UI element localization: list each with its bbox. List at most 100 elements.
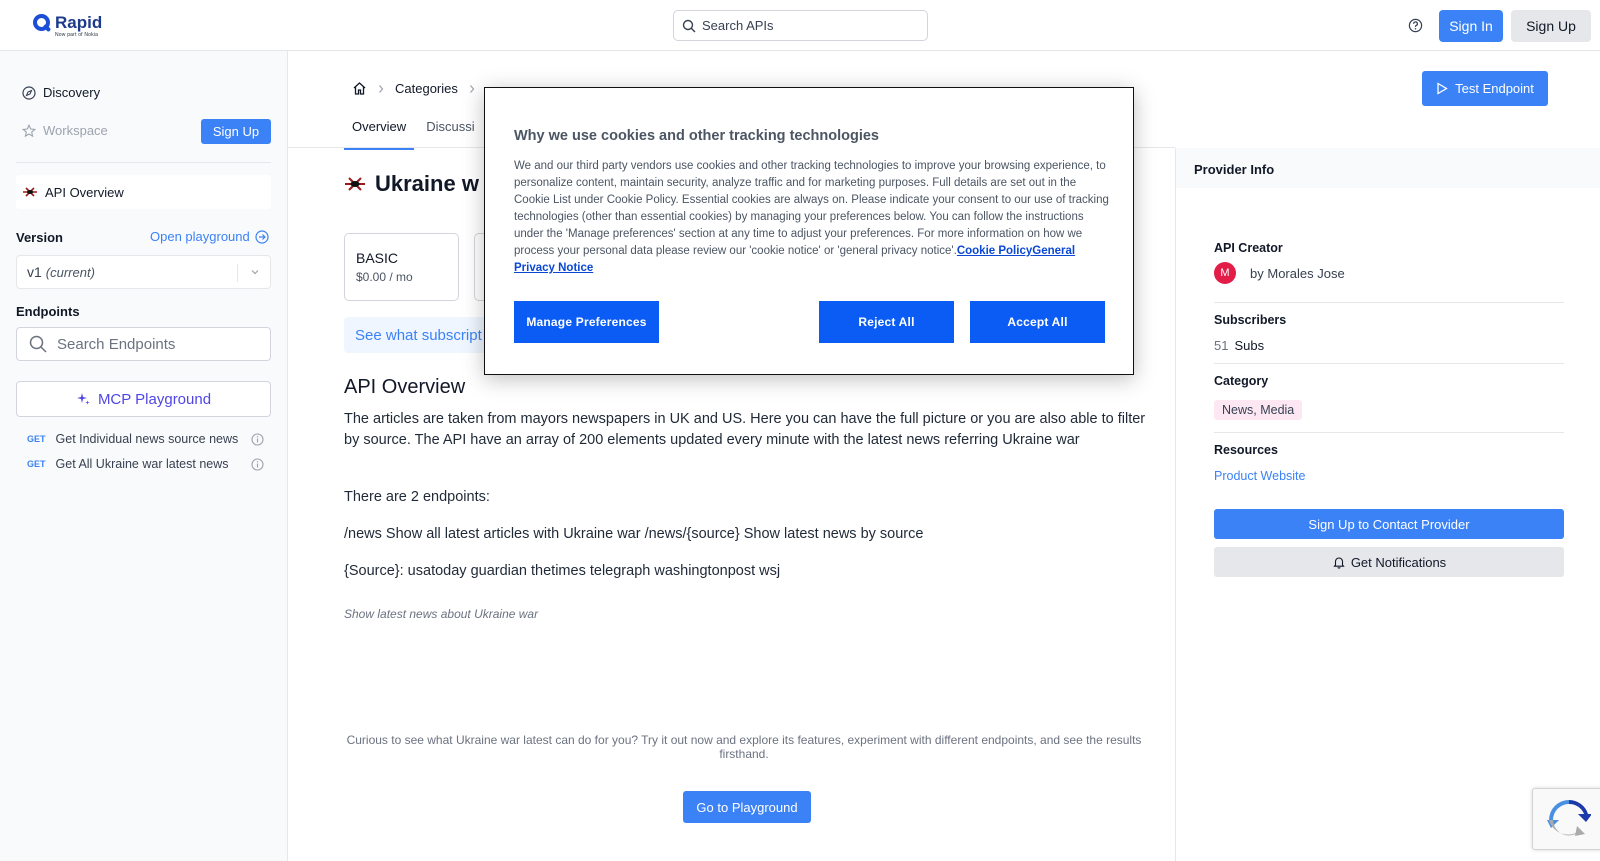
search-endpoints-placeholder: Search Endpoints bbox=[57, 335, 176, 353]
subscribers-number: 51 bbox=[1214, 338, 1229, 353]
endpoint-method: GET bbox=[27, 434, 46, 444]
sign-up-button[interactable]: Sign Up bbox=[1511, 10, 1591, 42]
endpoint-item[interactable]: GET Get All Ukraine war latest news bbox=[27, 457, 264, 471]
creator-prefix: by bbox=[1250, 265, 1264, 281]
description-paragraph: The articles are taken from mayors newsp… bbox=[344, 411, 1146, 448]
info-icon[interactable] bbox=[251, 433, 264, 446]
mcp-playground-label: MCP Playground bbox=[97, 390, 212, 408]
endpoints-label: Endpoints bbox=[16, 304, 80, 319]
rapid-logo[interactable]: Rapid Now part of Nokia bbox=[33, 14, 102, 38]
version-label: Version bbox=[16, 230, 63, 245]
test-endpoint-label: Test Endpoint bbox=[1455, 81, 1534, 96]
breadcrumb-categories[interactable]: Categories bbox=[395, 81, 458, 96]
plan-price: $0.00 / mo bbox=[356, 270, 413, 284]
sidebar-item-api-overview[interactable]: API Overview bbox=[16, 175, 271, 209]
api-logo-icon bbox=[23, 187, 37, 197]
rapid-logo-icon bbox=[33, 14, 52, 36]
bell-icon bbox=[1333, 557, 1345, 569]
test-endpoint-button[interactable]: Test Endpoint bbox=[1422, 71, 1548, 106]
logo-name: Rapid bbox=[55, 13, 103, 32]
search-apis-input[interactable]: Search APIs bbox=[673, 10, 928, 41]
search-apis-placeholder: Search APIs bbox=[702, 18, 774, 33]
overview-heading: API Overview bbox=[344, 376, 466, 398]
category-badge[interactable]: News, Media bbox=[1214, 400, 1303, 420]
recaptcha-badge[interactable] bbox=[1532, 788, 1600, 850]
product-website-link[interactable]: Product Website bbox=[1214, 469, 1305, 483]
description-paragraph: There are 2 endpoints: bbox=[344, 489, 490, 505]
page-tabs: Overview Discussi bbox=[344, 115, 487, 150]
sidebar-item-discovery[interactable]: Discovery bbox=[22, 85, 100, 100]
sidebar-api-overview-label: API Overview bbox=[45, 184, 124, 200]
divider bbox=[1214, 432, 1564, 433]
sidebar-divider bbox=[16, 162, 271, 163]
help-icon[interactable] bbox=[1408, 18, 1423, 33]
open-playground-link[interactable]: Open playground bbox=[150, 229, 269, 244]
creator-name: Morales Jose bbox=[1267, 265, 1345, 281]
go-to-playground-button[interactable]: Go to Playground bbox=[683, 791, 811, 823]
subscription-link[interactable]: See what subscript bbox=[344, 317, 504, 353]
subscribers-label: Subscribers bbox=[1214, 313, 1287, 327]
sidebar-workspace-label: Workspace bbox=[43, 123, 108, 138]
cookie-consent-dialog: Why we use cookies and other tracking te… bbox=[484, 87, 1134, 375]
cookie-title: Why we use cookies and other tracking te… bbox=[514, 128, 879, 144]
resources-label: Resources bbox=[1214, 443, 1278, 457]
search-endpoints-input[interactable]: Search Endpoints bbox=[16, 327, 271, 361]
tab-discussions[interactable]: Discussi bbox=[418, 115, 482, 150]
get-notifications-label: Get Notifications bbox=[1350, 554, 1447, 570]
subscribers-unit: Subs bbox=[1234, 338, 1265, 353]
open-playground-label: Open playground bbox=[150, 229, 250, 244]
plan-card-basic[interactable]: BASIC $0.00 / mo bbox=[344, 233, 459, 301]
logo-subtitle: Now part of Nokia bbox=[55, 32, 99, 38]
breadcrumb: Categories bbox=[352, 81, 486, 96]
endpoint-method: GET bbox=[27, 459, 46, 469]
plan-name: BASIC bbox=[356, 250, 399, 266]
cookie-body-text: We and our third party vendors use cooki… bbox=[514, 160, 1109, 257]
endpoint-name: Get Individual news source news bbox=[55, 432, 239, 446]
cookie-body: We and our third party vendors use cooki… bbox=[514, 158, 1109, 277]
select-separator bbox=[237, 264, 238, 282]
reject-all-button[interactable]: Reject All bbox=[819, 301, 954, 343]
compass-icon bbox=[22, 85, 36, 100]
get-notifications-button[interactable]: Get Notifications bbox=[1214, 547, 1564, 577]
accept-all-button[interactable]: Accept All bbox=[970, 301, 1105, 343]
chevron-right-icon bbox=[469, 84, 475, 93]
divider bbox=[1214, 363, 1564, 364]
description-paragraph: /news Show all latest articles with Ukra… bbox=[344, 526, 924, 542]
description-paragraph: {Source}: usatoday guardian thetimes tel… bbox=[344, 563, 781, 579]
version-current-tag: (current) bbox=[45, 264, 95, 280]
italic-note: Show latest news about Ukraine war bbox=[344, 607, 539, 621]
version-select[interactable]: v1 (current) bbox=[16, 255, 271, 289]
playground-promo-text: Curious to see what Ukraine war latest c… bbox=[346, 733, 1142, 761]
search-icon bbox=[29, 335, 47, 353]
subscribers-count: 51 Subs bbox=[1214, 338, 1264, 353]
provider-info-heading: Provider Info bbox=[1176, 148, 1600, 188]
chevron-right-icon bbox=[379, 84, 384, 93]
cookie-policy-link[interactable]: Cookie Policy bbox=[957, 245, 1032, 257]
sidebar-sign-up-button[interactable]: Sign Up bbox=[201, 119, 271, 144]
api-creator-label: API Creator bbox=[1214, 241, 1283, 255]
home-icon[interactable] bbox=[352, 81, 367, 96]
chevron-down-icon bbox=[251, 270, 259, 275]
top-header: Rapid Now part of Nokia Search APIs Sign… bbox=[0, 0, 1600, 51]
mcp-playground-button[interactable]: MCP Playground bbox=[16, 381, 271, 417]
sidebar-item-workspace[interactable]: Workspace bbox=[22, 123, 108, 138]
info-icon[interactable] bbox=[251, 458, 264, 471]
contact-provider-button[interactable]: Sign Up to Contact Provider bbox=[1214, 509, 1564, 539]
recaptcha-icon bbox=[1547, 800, 1591, 836]
sidebar-discovery-label: Discovery bbox=[43, 85, 101, 100]
star-icon bbox=[22, 123, 36, 137]
sign-in-button[interactable]: Sign In bbox=[1439, 10, 1503, 42]
left-sidebar: Discovery Workspace Sign Up API Overview… bbox=[0, 51, 288, 861]
search-icon bbox=[682, 19, 696, 32]
api-title-text: Ukraine w bbox=[375, 171, 479, 196]
tab-overview[interactable]: Overview bbox=[344, 115, 415, 150]
category-label: Category bbox=[1214, 374, 1269, 388]
page-title: Ukraine w bbox=[344, 171, 479, 197]
api-logo-icon bbox=[345, 177, 365, 191]
sparkle-icon bbox=[76, 392, 90, 404]
manage-preferences-button[interactable]: Manage Preferences bbox=[514, 301, 659, 343]
api-creator[interactable]: M by Morales Jose bbox=[1214, 262, 1345, 284]
endpoint-item[interactable]: GET Get Individual news source news bbox=[27, 432, 264, 446]
version-value: v1 bbox=[27, 264, 42, 280]
arrow-circle-right-icon bbox=[255, 229, 269, 244]
